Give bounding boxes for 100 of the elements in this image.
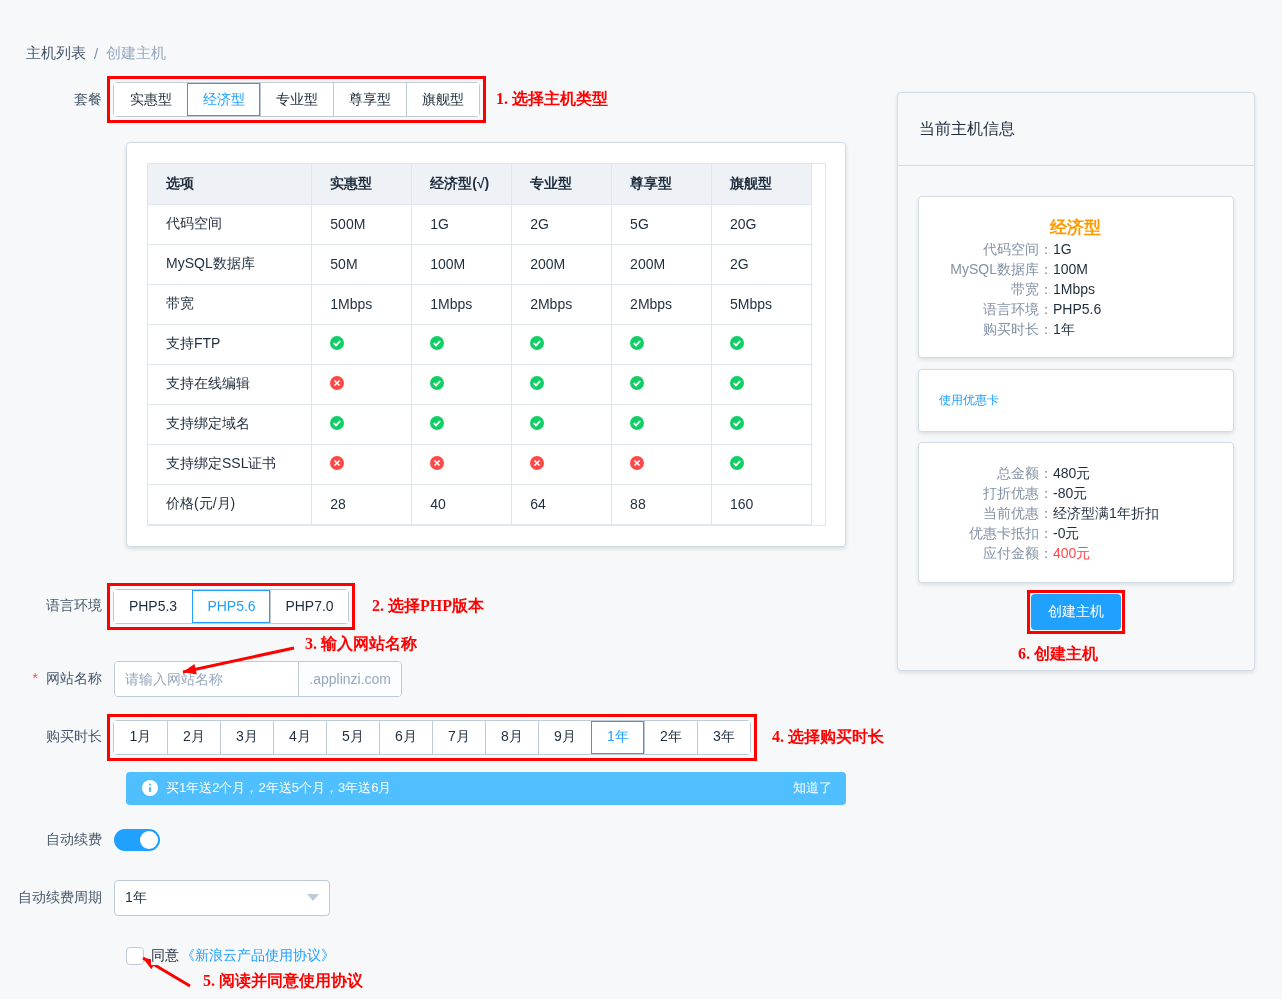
table-cell: 支持绑定SSL证书: [148, 444, 312, 484]
table-cell: 代码空间: [148, 204, 312, 244]
form-label: 语言环境: [45, 597, 103, 615]
annotation-text: 3. 输入网站名称: [305, 635, 417, 652]
check-circle-icon: [430, 415, 445, 430]
total-value: 400元: [1053, 543, 1092, 563]
domain-suffix: .applinzi.com: [298, 661, 401, 696]
column-header: 尊享型: [611, 164, 712, 204]
table-cell: MySQL数据库: [148, 244, 312, 284]
column-header: 选项: [148, 164, 312, 204]
table-cell: 160: [711, 484, 812, 524]
cross-circle-icon: [330, 455, 345, 470]
caret-icon: [307, 894, 319, 901]
cross-circle-icon: [630, 455, 645, 470]
table-cell: 2G: [711, 244, 812, 284]
spec-value: 1G: [1053, 239, 1073, 259]
table-cell: 价格(元/月): [148, 484, 312, 524]
annotation-text: 1. 选择主机类型: [496, 89, 608, 109]
table-cell: 支持在线编辑: [148, 364, 312, 404]
check-circle-icon: [330, 335, 345, 350]
annotation-text: 5. 阅读并同意使用协议: [203, 972, 363, 989]
plan-name: 经济型: [1048, 216, 1102, 239]
form-label: 自动续费周期: [17, 888, 103, 907]
option-button[interactable]: 旗舰型: [406, 83, 479, 116]
table-cell: 40: [411, 484, 512, 524]
breadcrumb-item: 创建主机: [106, 43, 167, 63]
required-asterisk: *: [32, 669, 38, 688]
check-circle-icon: [730, 415, 744, 430]
spec-label: 语言环境：: [982, 299, 1053, 319]
table-cell: 1Mbps: [311, 284, 412, 324]
column-header: 专业型: [511, 164, 612, 204]
breadcrumb-separator: /: [94, 44, 99, 62]
table-cell: 带宽: [148, 284, 312, 324]
check-circle-icon: [430, 375, 445, 390]
table-cell: 1Mbps: [411, 284, 512, 324]
column-header: 实惠型: [311, 164, 412, 204]
total-value: 480元: [1053, 463, 1092, 483]
total-value: 经济型满1年折扣: [1053, 503, 1160, 523]
total-label: 应付金额：: [982, 543, 1053, 563]
total-label: 当前优惠：: [982, 503, 1053, 523]
table-cell: 2Mbps: [511, 284, 612, 324]
agree-checkbox[interactable]: [126, 946, 144, 965]
panel-title: 当前主机信息: [898, 93, 1254, 166]
total-value: -80元: [1053, 483, 1089, 503]
agree-text: 同意: [151, 946, 179, 965]
form-label: 购买时长: [45, 728, 103, 746]
toggle-switch[interactable]: [114, 828, 160, 851]
table-cell: 500M: [311, 204, 412, 244]
cross-circle-icon: [330, 375, 345, 390]
check-circle-icon: [530, 415, 545, 430]
form-label: 套餐: [73, 90, 103, 109]
form-label: 自动续费: [45, 830, 103, 849]
table-cell: 88: [611, 484, 712, 524]
total-value: -0元: [1053, 523, 1081, 543]
option-button[interactable]: PHP7.0: [270, 589, 348, 623]
column-header: 旗舰型: [711, 164, 812, 204]
table-cell: 支持FTP: [148, 324, 312, 364]
column-header: 经济型(√): [411, 164, 512, 204]
period-select[interactable]: 1年: [114, 879, 330, 916]
annotation-text: 2. 选择PHP版本: [372, 595, 484, 616]
spec-label: MySQL数据库：: [949, 259, 1053, 279]
table-cell: 支持绑定域名: [148, 404, 312, 444]
check-circle-icon: [730, 375, 744, 390]
cross-circle-icon: [430, 455, 445, 470]
check-circle-icon: [730, 455, 744, 470]
check-circle-icon: [730, 335, 744, 350]
table-cell: 64: [511, 484, 612, 524]
check-circle-icon: [530, 375, 545, 390]
breadcrumb-item[interactable]: 主机列表: [26, 43, 86, 63]
table-cell: 50M: [311, 244, 412, 284]
table-cell: 200M: [511, 244, 612, 284]
spec-label: 带宽：: [1010, 279, 1053, 299]
table-cell: 2Mbps: [611, 284, 712, 324]
table-cell: 1G: [411, 204, 512, 244]
option-button[interactable]: 3年: [697, 720, 750, 754]
check-circle-icon: [630, 335, 645, 350]
table-cell: 5G: [611, 204, 712, 244]
total-label: 打折优惠：: [982, 483, 1053, 503]
spec-value: PHP5.6: [1053, 299, 1103, 319]
annotation-text: 6. 创建主机: [1018, 644, 1098, 664]
spec-label: 购买时长：: [982, 319, 1053, 339]
check-circle-icon: [330, 415, 345, 430]
check-circle-icon: [630, 415, 645, 430]
table-cell: 200M: [611, 244, 712, 284]
table-cell: 28: [311, 484, 412, 524]
check-circle-icon: [530, 335, 545, 350]
form-label: 网站名称: [46, 669, 102, 688]
info-icon: [142, 780, 158, 796]
table-cell: 20G: [711, 204, 812, 244]
alert-text: 买1年送2个月，2年送5个月，3年送6月: [166, 779, 393, 797]
cross-circle-icon: [530, 455, 545, 470]
table-cell: 2G: [511, 204, 612, 244]
total-label: 优惠卡抵扣：: [968, 523, 1053, 543]
spec-label: 代码空间：: [982, 239, 1053, 259]
check-circle-icon: [430, 335, 445, 350]
total-label: 总金额：: [996, 463, 1053, 483]
check-circle-icon: [630, 375, 645, 390]
table-cell: 5Mbps: [711, 284, 812, 324]
spec-value: 1Mbps: [1053, 279, 1097, 299]
spec-value: 1年: [1053, 319, 1076, 339]
